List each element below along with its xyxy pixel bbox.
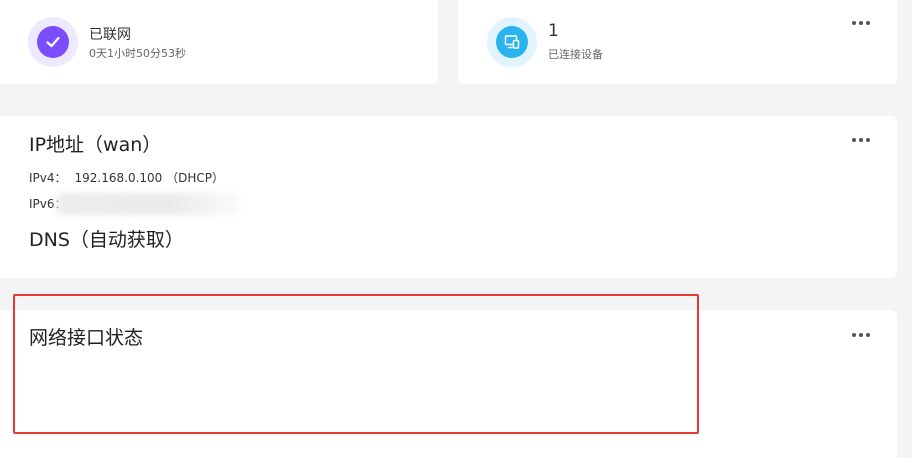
highlight-annotation [13,294,699,434]
devices-icon [504,35,520,49]
dns-section-title: DNS（自动获取） [29,229,184,251]
devices-more-icon[interactable] [852,21,870,25]
check-icon [46,36,60,48]
ipv6-value-redacted [56,193,240,215]
ipv4-row: IPv4： 192.168.0.100 （DHCP） [29,169,224,186]
uptime-text: 0天1小时50分53秒 [89,47,186,60]
device-count: 1 [548,21,559,41]
ipv4-label: IPv4： [29,171,67,185]
devices-icon-badge [487,17,537,67]
status-title: 已联网 [89,27,131,43]
interface-more-icon[interactable] [852,333,870,337]
ipv4-value: 192.168.0.100 （DHCP） [74,171,225,185]
ip-more-icon[interactable] [852,138,870,142]
status-icon-badge [28,17,78,67]
devices-label: 已连接设备 [548,48,603,61]
ip-section-title: IP地址（wan） [29,134,162,156]
